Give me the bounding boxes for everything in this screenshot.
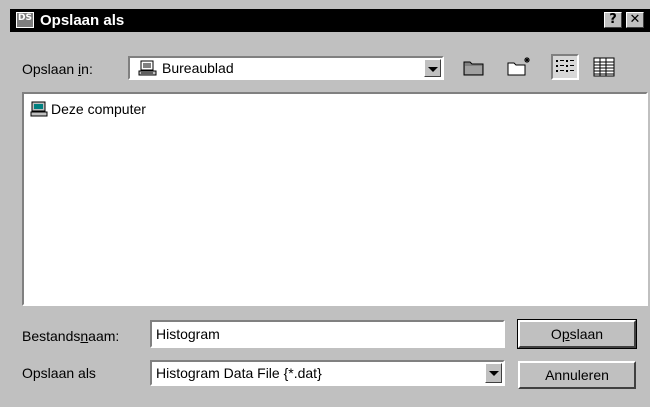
help-icon: ?	[609, 12, 617, 27]
save-as-dialog: DS Opslaan als ? ✕ Opslaan in: Bureaubla…	[0, 0, 650, 407]
list-view-button[interactable]	[551, 54, 579, 80]
filename-label-mnemonic: n	[80, 328, 89, 344]
filename-label-part2: aam:	[88, 328, 120, 344]
desktop-icon	[138, 60, 157, 76]
filename-input[interactable]: Histogram	[150, 320, 505, 348]
up-folder-button[interactable]	[460, 54, 488, 80]
list-view-icon	[556, 60, 574, 72]
filename-label-part1: Bestands	[22, 328, 81, 344]
chevron-down-icon[interactable]	[424, 59, 441, 77]
save-in-label: Opslaan in:	[22, 60, 93, 78]
details-view-icon	[593, 57, 615, 77]
save-label-part1: O	[550, 326, 562, 342]
app-icon: DS	[16, 12, 34, 28]
help-button[interactable]: ?	[604, 12, 622, 28]
chevron-down-icon[interactable]	[485, 363, 502, 383]
list-item[interactable]: Deze computer	[30, 100, 146, 118]
save-as-type-dropdown[interactable]: Histogram Data File {*.dat}	[150, 360, 505, 386]
save-in-dropdown[interactable]: Bureaublad	[128, 56, 444, 80]
file-list[interactable]: Deze computer	[22, 92, 648, 306]
computer-icon	[30, 101, 48, 117]
new-folder-icon	[507, 57, 530, 76]
filename-value: Histogram	[156, 326, 220, 342]
save-as-type-label: Opslaan als	[22, 365, 96, 381]
save-in-label-part1: Opslaan	[22, 61, 79, 77]
save-button[interactable]: Opslaan	[517, 319, 637, 349]
close-button[interactable]: ✕	[626, 12, 644, 28]
save-in-label-part2: n:	[81, 61, 93, 77]
save-in-value: Bureaublad	[162, 60, 234, 76]
save-as-type-value: Histogram Data File {*.dat}	[156, 365, 322, 381]
app-icon-label: DS	[18, 13, 32, 23]
filename-label: Bestandsnaam:	[22, 327, 119, 345]
list-item-label: Deze computer	[51, 101, 146, 117]
new-folder-button[interactable]	[505, 54, 533, 80]
up-folder-icon	[463, 61, 484, 76]
title-bar[interactable]: DS Opslaan als ? ✕	[10, 9, 650, 32]
details-view-button[interactable]	[590, 54, 618, 80]
window-title: Opslaan als	[40, 12, 125, 29]
save-label-mnemonic: p	[561, 326, 570, 342]
save-label-part2: slaan	[569, 326, 604, 342]
close-icon: ✕	[629, 12, 641, 27]
cancel-button[interactable]: Annuleren	[518, 361, 636, 389]
